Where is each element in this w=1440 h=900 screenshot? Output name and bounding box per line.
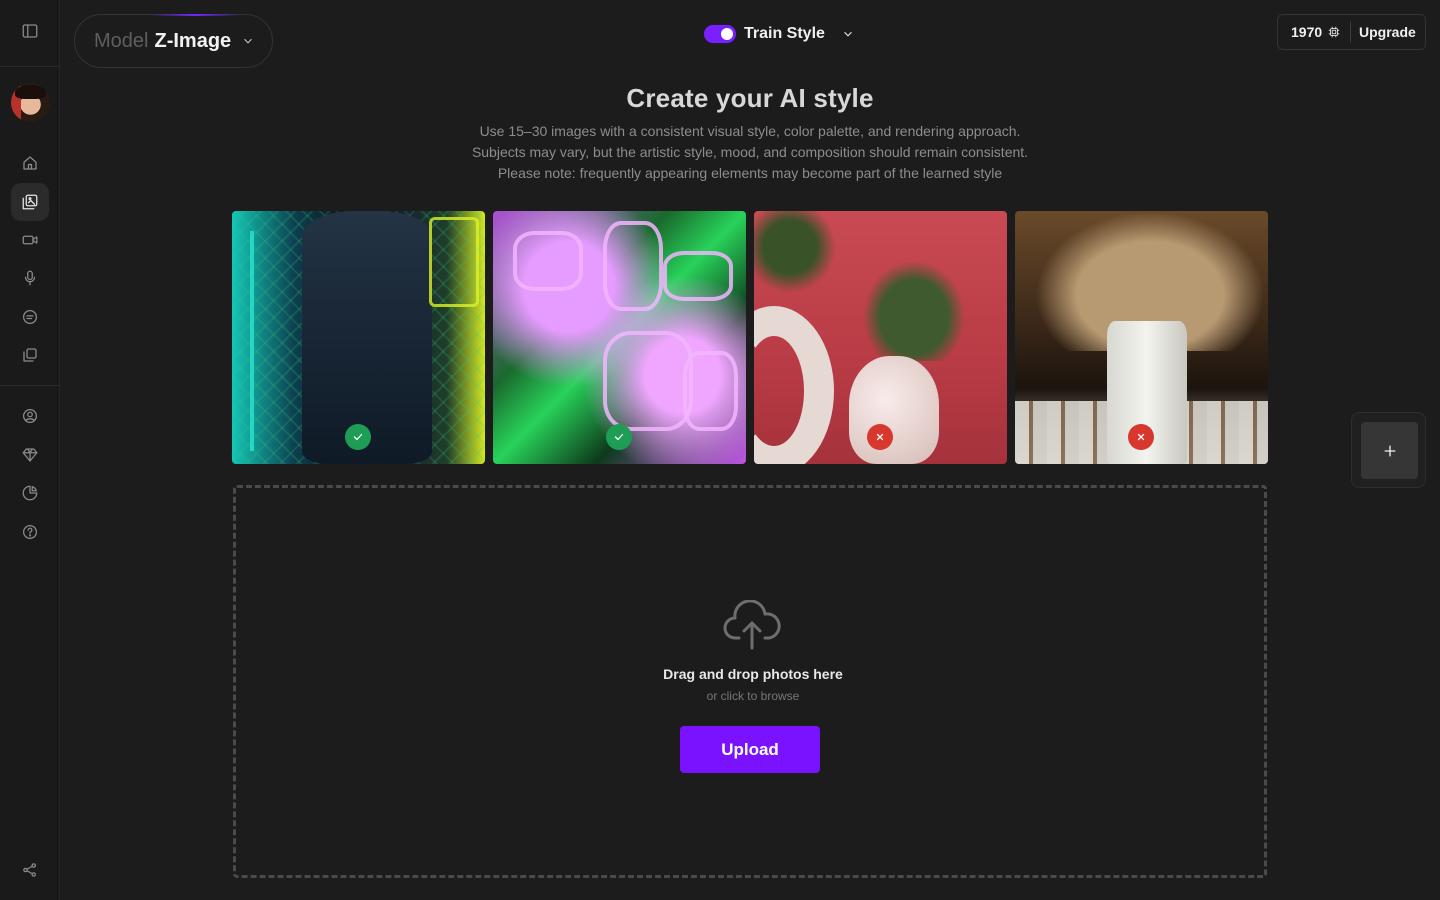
close-icon <box>876 433 884 441</box>
rejected-badge <box>867 424 893 450</box>
credits-count: 1970 <box>1278 24 1350 40</box>
close-icon <box>1137 433 1145 441</box>
microphone-icon[interactable] <box>11 259 49 297</box>
credits-box: 1970 Upgrade <box>1277 14 1426 50</box>
plus-icon <box>1384 445 1395 456</box>
pie-chart-icon[interactable] <box>11 474 49 512</box>
description-line-1: Use 15–30 images with a consistent visua… <box>479 123 1021 139</box>
panel-toggle-icon[interactable] <box>11 12 49 50</box>
toggle-switch[interactable] <box>704 25 736 43</box>
model-label: Model <box>94 29 149 52</box>
model-value: Z-Image <box>154 29 232 52</box>
description-line-3: Please note: frequently appearing elemen… <box>497 165 1003 181</box>
chat-icon[interactable] <box>11 298 49 336</box>
add-button[interactable] <box>1361 422 1418 479</box>
example-image-neon-figure <box>232 211 485 464</box>
sidebar-divider <box>0 385 60 386</box>
approved-badge <box>606 424 632 450</box>
rejected-badge <box>1128 424 1154 450</box>
cloud-upload-icon <box>722 599 782 652</box>
model-selector[interactable]: Model Z-Image <box>74 14 273 68</box>
page-title: Create your AI style <box>626 83 874 113</box>
upload-button[interactable]: Upload <box>680 726 820 773</box>
copy-icon[interactable] <box>11 336 49 374</box>
diamond-icon[interactable] <box>11 436 49 474</box>
add-panel <box>1351 412 1426 488</box>
model-accent-line <box>150 14 240 16</box>
chip-icon <box>1328 26 1340 38</box>
dropzone-title: Drag and drop photos here <box>663 666 843 682</box>
help-icon[interactable] <box>11 513 49 551</box>
dropzone-subtitle[interactable]: or click to browse <box>236 689 1270 703</box>
check-icon <box>353 433 363 441</box>
example-image-neon-signs <box>493 211 746 464</box>
image-gallery-icon[interactable] <box>11 183 49 221</box>
example-image-white-vase <box>1015 211 1268 464</box>
approved-badge <box>345 424 371 450</box>
chevron-down-icon <box>244 38 253 44</box>
user-icon[interactable] <box>11 397 49 435</box>
sidebar-divider <box>0 66 60 67</box>
check-icon <box>614 433 624 441</box>
video-camera-icon[interactable] <box>11 221 49 259</box>
example-image-red-vase <box>754 211 1007 464</box>
description-line-2: Subjects may vary, but the artistic styl… <box>471 144 1029 160</box>
credits-value: 1970 <box>1291 24 1323 40</box>
upgrade-button[interactable]: Upgrade <box>1351 24 1416 40</box>
chevron-down-icon[interactable] <box>841 27 855 41</box>
share-icon[interactable] <box>11 851 49 889</box>
train-style-label: Train Style <box>744 25 825 42</box>
upload-dropzone[interactable]: Drag and drop photos here or click to br… <box>233 485 1267 878</box>
train-style-toggle[interactable]: Train Style <box>704 22 855 46</box>
